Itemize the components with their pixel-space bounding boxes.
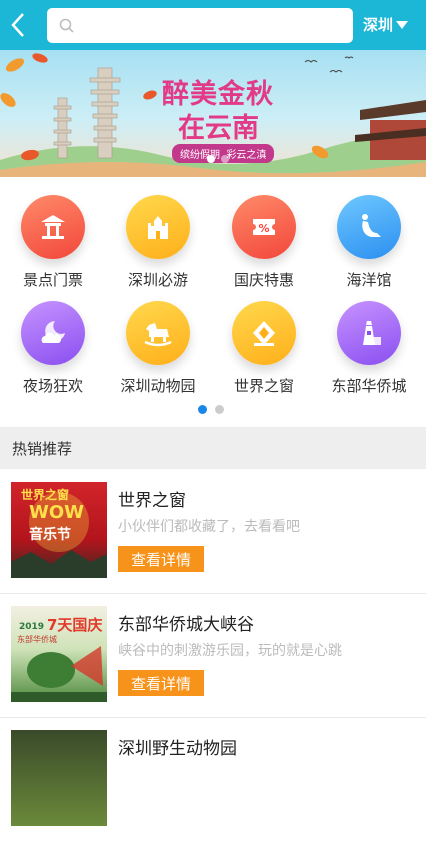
banner-dot-1[interactable] [207,155,215,163]
category-circle [337,195,401,259]
list-item[interactable]: 深圳野生动物园 [0,718,426,842]
category-label: 世界之窗 [233,377,294,395]
category-night-party[interactable]: 夜场狂欢 [0,301,106,396]
item-thumbnail [11,730,107,826]
thumb-caption-2: WOW [29,502,85,523]
item-thumbnail: 世界之窗 WOW 音乐节 [11,482,107,578]
thumb-caption-3: 音乐节 [29,527,71,543]
category-circle [126,195,190,259]
dropdown-caret-icon [396,20,409,29]
item-title: 东部华侨城大峡谷 [118,615,254,635]
pager-dot-1[interactable] [198,405,207,414]
landmark-icon [253,321,275,346]
category-oct-east[interactable]: 东部华侨城 [316,301,422,396]
item-title: 世界之窗 [118,491,186,511]
back-chevron-icon [11,13,24,37]
category-circle [21,195,85,259]
category-pager [198,405,224,414]
list-item[interactable]: 世界之窗 WOW 音乐节 世界之窗 小伙伴们都收藏了，去看看吧 查看详情 [0,470,426,594]
item-description: 峡谷中的刺激游乐园，玩的就是心跳 [118,643,342,659]
banner-title-line2: 在云南 [178,113,259,144]
pavilion-icon [41,215,65,239]
category-label: 景点门票 [22,271,83,289]
castle-icon [148,216,168,239]
ticket-discount-icon: % [253,219,275,235]
item-thumbnail: 2019 7天国庆 东部华侨城 [11,606,107,702]
view-details-button[interactable]: 查看详情 [118,670,204,696]
promo-banner[interactable]: 醉美金秋 在云南 缤纷假期 彩云之滇 [0,50,426,177]
item-title: 深圳野生动物园 [118,739,237,759]
category-national-day-deals[interactable]: % 国庆特惠 [211,195,317,290]
section-header: 热销推荐 [0,427,426,469]
city-label: 深圳 [363,16,394,34]
view-details-button[interactable]: 查看详情 [118,546,204,572]
category-label: 深圳动物园 [120,377,196,395]
city-selector[interactable]: 深圳 [363,14,409,35]
seal-icon [362,214,381,237]
banner-dot-2[interactable] [221,155,229,163]
category-label: 国庆特惠 [233,271,294,289]
list-item[interactable]: 2019 7天国庆 东部华侨城 东部华侨城大峡谷 峡谷中的刺激游乐园，玩的就是心… [0,594,426,718]
search-box[interactable] [47,8,353,43]
lighthouse-icon [363,321,381,345]
category-window-of-the-world[interactable]: 世界之窗 [211,301,317,396]
category-shenzhen-zoo[interactable]: 深圳动物园 [105,301,211,396]
category-scenic-tickets[interactable]: 景点门票 [0,195,106,290]
search-icon [59,18,74,33]
rocking-horse-icon [144,323,172,347]
pager-dot-2[interactable] [215,405,224,414]
category-circle [337,301,401,365]
back-button[interactable] [0,0,36,50]
category-circle: % [232,195,296,259]
category-label: 夜场狂欢 [22,377,83,395]
section-title: 热销推荐 [12,439,73,458]
category-shenzhen-must-visit[interactable]: 深圳必游 [105,195,211,290]
thumb-caption-3: 东部华侨城 [17,635,57,644]
category-circle [232,301,296,365]
item-description: 小伙伴们都收藏了，去看看吧 [118,519,300,535]
thumb-caption-1: 世界之窗 [21,488,70,502]
thumb-caption-2: 7天国庆 [47,616,103,634]
category-label: 海洋馆 [346,271,392,289]
svg-text:%: % [258,222,269,235]
category-circle [126,301,190,365]
thumb-caption-1: 2019 [19,622,45,632]
top-bar: 深圳 [0,0,426,50]
category-circle [21,301,85,365]
category-label: 深圳必游 [127,271,188,289]
category-label: 东部华侨城 [331,377,407,395]
category-aquarium[interactable]: 海洋馆 [316,195,422,290]
moon-cloud-icon [41,321,65,343]
search-input[interactable] [81,8,353,43]
banner-subtitle: 在云南 [178,106,259,145]
